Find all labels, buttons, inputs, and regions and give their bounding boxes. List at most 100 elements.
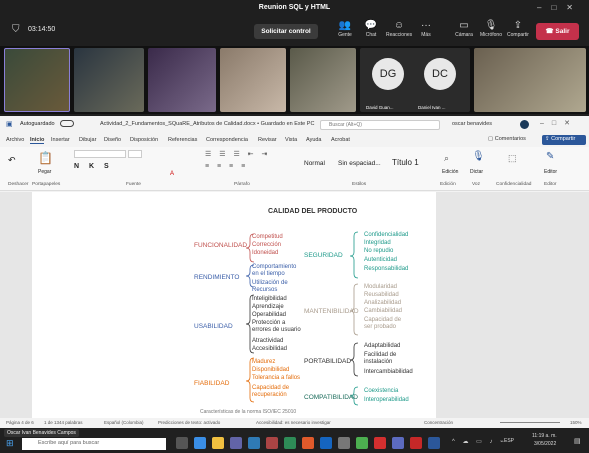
font-color-icon[interactable]: A <box>170 171 174 177</box>
task-view-icon[interactable] <box>176 437 188 449</box>
video-tile[interactable] <box>148 48 216 112</box>
sensitivity-icon[interactable]: ⬚ <box>508 153 517 164</box>
video-tile[interactable] <box>4 48 70 112</box>
format-buttons[interactable]: N K S <box>74 163 113 170</box>
word-icon[interactable] <box>428 437 440 449</box>
seguridad-item: Confidencialidad <box>364 232 409 238</box>
app-icon[interactable] <box>410 437 422 449</box>
font-name-select[interactable] <box>74 150 126 158</box>
text-prediction[interactable]: Predicciones de texto: activado <box>158 420 220 425</box>
video-tile[interactable]: DG DC David Guan... Daniel Ivan ... <box>360 48 470 112</box>
figure-caption: Características de la norma ISO/IEC 2501… <box>200 409 297 415</box>
request-control-button[interactable]: Solicitar control <box>254 24 318 39</box>
portabilidad-item: Adaptabilidad <box>364 343 401 349</box>
camera-button[interactable]: ▭ Cámara <box>451 19 477 38</box>
video-tile[interactable] <box>74 48 144 112</box>
notifications-icon[interactable]: ▤ <box>574 437 581 445</box>
keyboard-language[interactable]: ESP <box>504 438 514 444</box>
group-label: Voz <box>472 182 481 187</box>
chat-button[interactable]: 💬 Chat <box>358 19 384 38</box>
mic-icon[interactable]: 🎙 <box>472 151 485 162</box>
paste-icon[interactable]: 📋 <box>38 151 53 165</box>
chrome-icon[interactable] <box>356 437 368 449</box>
group-label: Confidencialidad <box>496 182 532 187</box>
edge-icon[interactable] <box>194 437 206 449</box>
reactions-button[interactable]: ☺ Reacciones <box>386 19 412 38</box>
tray-icons[interactable]: ^ ☁ ▭ ♪ ⌁ <box>452 438 507 445</box>
app-icon[interactable] <box>320 437 332 449</box>
video-tile[interactable] <box>290 48 356 112</box>
fiabilidad-item: Tolerancia a fallos <box>252 375 301 381</box>
undo-icon[interactable]: ↶ <box>8 155 16 166</box>
app-icon[interactable] <box>266 437 278 449</box>
taskbar-search-input[interactable]: Escribe aquí para buscar <box>22 438 166 450</box>
tab-referencias[interactable]: Referencias <box>168 137 197 143</box>
tab-acrobat[interactable]: Acrobat <box>331 137 350 143</box>
video-tile[interactable] <box>220 48 286 112</box>
tab-insertar[interactable]: Insertar <box>51 137 70 143</box>
app-icon[interactable] <box>392 437 404 449</box>
group-label: Edición <box>440 182 456 187</box>
share-button[interactable]: ⇪ Compartir <box>505 19 531 38</box>
search-input[interactable]: Buscar (Alt+Q) <box>320 120 440 130</box>
search-icon[interactable]: ⌕ <box>444 153 449 164</box>
tab-correspondencia[interactable]: Correspondencia <box>206 137 248 143</box>
windows-start-icon[interactable]: ⊞ <box>6 438 14 449</box>
save-icon[interactable]: ▣ <box>6 120 13 128</box>
avatar[interactable] <box>520 120 529 129</box>
window-controls[interactable]: –□✕ <box>537 3 583 12</box>
shield-icon: ⛉ <box>12 24 20 35</box>
accessibility[interactable]: Accesibilidad: es necesario investigar <box>256 420 331 425</box>
leave-button[interactable]: ☎ Salir <box>536 23 579 40</box>
autosave-toggle[interactable] <box>60 120 74 127</box>
app-icon[interactable] <box>284 437 296 449</box>
more-button[interactable]: ··· Más <box>413 19 439 38</box>
store-icon[interactable] <box>248 437 260 449</box>
tab-diseno[interactable]: Diseño <box>104 137 121 143</box>
mic-button[interactable]: 🎙 Micrófono <box>478 19 504 38</box>
word-count[interactable]: 1 de 1344 palabras <box>44 420 83 425</box>
window-controls[interactable]: –□✕ <box>540 119 578 127</box>
zoom-slider[interactable] <box>500 422 560 423</box>
people-button[interactable]: 👥 Gente <box>332 19 358 38</box>
align-icons[interactable]: ≡ ≡ ≡ ≡ <box>205 163 248 170</box>
tab-vista[interactable]: Vista <box>285 137 297 143</box>
video-tile[interactable] <box>474 48 586 112</box>
style-heading1[interactable]: Título 1 <box>392 158 419 167</box>
tab-archivo[interactable]: Archivo <box>6 137 24 143</box>
share-label: Compartir <box>507 32 529 38</box>
user-name[interactable]: oscar benavides <box>452 121 492 127</box>
comments-label: Comentarios <box>494 136 526 142</box>
acrobat-icon[interactable] <box>374 437 386 449</box>
tab-ayuda[interactable]: Ayuda <box>306 137 322 143</box>
share-doc-button[interactable]: ⇪ Compartir <box>542 135 586 145</box>
comments-button[interactable]: ▢ Comentarios <box>488 136 526 142</box>
tab-revisar[interactable]: Revisar <box>258 137 277 143</box>
explorer-icon[interactable] <box>212 437 224 449</box>
style-normal[interactable]: Normal <box>304 160 325 167</box>
app-icon[interactable] <box>302 437 314 449</box>
seguridad-item: Responsabilidad <box>364 266 409 272</box>
clock-date[interactable]: 3/05/2022 <box>534 441 556 447</box>
app-icon[interactable] <box>338 437 350 449</box>
tab-dibujar[interactable]: Dibujar <box>79 137 96 143</box>
teams-icon[interactable] <box>230 437 242 449</box>
editor-icon[interactable]: ✎ <box>546 151 554 162</box>
tab-disposicion[interactable]: Disposición <box>130 137 158 143</box>
style-no-spacing[interactable]: Sin espaciad... <box>338 160 381 167</box>
tab-inicio[interactable]: Inicio <box>30 137 45 144</box>
avatar: DC <box>424 58 456 90</box>
list-icons[interactable]: ☰ ☰ ☰ ⇤ ⇥ <box>205 150 270 158</box>
document-area[interactable]: CALIDAD DEL PRODUCTO FUNCIONALIDAD Compe… <box>0 192 589 418</box>
editor-label: Editor <box>544 169 558 175</box>
clock-time[interactable]: 11:19 a. m. <box>532 433 557 439</box>
document-page[interactable]: CALIDAD DEL PRODUCTO FUNCIONALIDAD Compe… <box>32 192 436 418</box>
page-count[interactable]: Página 4 de 6 <box>6 420 34 425</box>
font-size-select[interactable] <box>128 150 142 158</box>
focus-mode[interactable]: Concentración <box>424 420 453 425</box>
usabilidad-item: Inteligibilidad <box>252 296 287 302</box>
zoom-level[interactable]: 150% <box>570 420 582 425</box>
phone-icon: ☎ <box>545 28 556 35</box>
usabilidad-item: Aprendizaje <box>252 304 284 310</box>
language[interactable]: Español (Colombia) <box>104 420 144 425</box>
